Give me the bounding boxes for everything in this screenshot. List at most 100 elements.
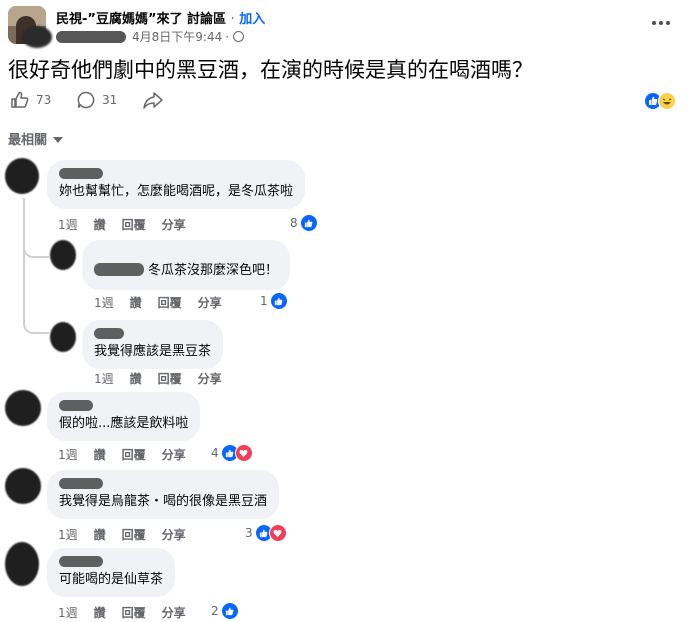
globe-icon: [233, 31, 245, 42]
commenter-avatar[interactable]: [5, 542, 39, 586]
comment-text: 妳也幫幫忙，怎麼能喝酒呢，是冬瓜茶啦: [59, 184, 294, 199]
comment-reactions[interactable]: 2: [211, 602, 239, 620]
comment-text-line: 冬瓜茶沒那麼深色吧！: [94, 262, 278, 280]
commenter-name-redacted[interactable]: [59, 556, 103, 567]
comment-reaction-count: 4: [211, 446, 219, 460]
comment-button[interactable]: 31: [76, 90, 117, 110]
mention-redacted[interactable]: [94, 263, 144, 276]
comment-reply-button[interactable]: 回覆: [158, 370, 182, 387]
share-button[interactable]: [142, 90, 170, 110]
comment-like-button[interactable]: 讚: [94, 604, 106, 621]
separator-dot: ·: [230, 12, 235, 27]
comment-reply-button[interactable]: 回覆: [122, 446, 146, 463]
comment-share-button[interactable]: 分享: [162, 526, 186, 543]
thumbs-up-icon: [11, 91, 29, 108]
group-name-link[interactable]: 民視-”豆腐媽媽”來了 討論區: [56, 12, 226, 27]
comment-reply-button[interactable]: 回覆: [122, 604, 146, 621]
comment-like-button[interactable]: 讚: [94, 526, 106, 543]
comment-bubble: 我覺得是烏龍茶・喝的很像是黑豆酒: [47, 470, 280, 519]
comment-time[interactable]: 1週: [94, 370, 114, 387]
like-reaction-icon: [220, 602, 239, 620]
comment-like-button[interactable]: 讚: [130, 370, 142, 387]
post-header: 民視-”豆腐媽媽”來了 討論區 · 加入 4月8日下午9:44 ·: [8, 4, 681, 48]
sort-label: 最相關: [8, 133, 48, 148]
comment-reply-button[interactable]: 回覆: [122, 216, 146, 233]
comment-like-button[interactable]: 讚: [130, 294, 142, 311]
comment-time[interactable]: 1週: [58, 604, 78, 621]
haha-reaction-icon: [658, 92, 676, 110]
post-body: 很好奇他們劇中的黑豆酒，在演的時候是真的在喝酒嗎？: [8, 58, 533, 82]
heart-reaction-icon: [234, 444, 253, 462]
commenter-avatar[interactable]: [50, 322, 76, 352]
comment-share-button[interactable]: 分享: [162, 604, 186, 621]
comment-text: 假的啦...應該是飲料啦: [59, 416, 189, 431]
post-actions: 73 31: [10, 90, 680, 114]
comment-reactions[interactable]: 4: [211, 444, 253, 462]
commenter-avatar[interactable]: [5, 158, 39, 194]
like-reaction-icon: [299, 214, 318, 232]
commenter-name-redacted[interactable]: [59, 478, 103, 489]
comment-time[interactable]: 1週: [58, 526, 78, 543]
comment-bubble: 冬瓜茶沒那麼深色吧！: [82, 240, 291, 290]
comment-reaction-count: 8: [290, 216, 298, 230]
commenter-name-redacted[interactable]: [59, 168, 103, 179]
comment-reaction-count: 2: [211, 604, 219, 618]
comment-share-button[interactable]: 分享: [198, 294, 222, 311]
comment-text: 冬瓜茶沒那麼深色吧！: [148, 263, 279, 278]
comment-bubble: 妳也幫幫忙，怎麼能喝酒呢，是冬瓜茶啦: [47, 160, 306, 209]
comment-actions: 1週 讚 回覆 分享: [94, 294, 238, 311]
heart-reaction-icon: [268, 524, 287, 542]
comment-reaction-count: 3: [245, 526, 253, 540]
comment-reactions[interactable]: 1: [260, 292, 288, 310]
comment: 假的啦...應該是飲料啦 1週 讚 回覆 分享 4: [5, 388, 685, 464]
comment-time[interactable]: 1週: [58, 216, 78, 233]
commenter-avatar[interactable]: [50, 240, 76, 270]
join-group-link[interactable]: 加入: [239, 12, 265, 27]
comment-share-button[interactable]: 分享: [162, 446, 186, 463]
comment: 妳也幫幫忙，怎麼能喝酒呢，是冬瓜茶啦 1週 讚 回覆 分享 8: [5, 158, 685, 234]
comment: 可能喝的是仙草茶 1週 讚 回覆 分享 2: [5, 542, 685, 622]
comment-like-button[interactable]: 讚: [94, 216, 106, 233]
comment-time[interactable]: 1週: [94, 294, 114, 311]
meta-dot: ·: [225, 29, 230, 44]
comment-actions: 1週 讚 回覆 分享: [58, 446, 202, 463]
comment-reply-button[interactable]: 回覆: [158, 294, 182, 311]
post-timestamp[interactable]: 4月8日下午9:44: [132, 28, 222, 45]
comment-bubble: 我覺得應該是黑豆茶: [82, 320, 224, 369]
comment-bubble: 假的啦...應該是飲料啦: [47, 392, 201, 441]
commenter-name-redacted[interactable]: [59, 400, 93, 411]
comment-like-button[interactable]: 讚: [94, 446, 106, 463]
commenter-name-redacted[interactable]: [94, 328, 124, 339]
comment-reply-button[interactable]: 回覆: [122, 526, 146, 543]
comment-time[interactable]: 1週: [58, 446, 78, 463]
thread-branch: [23, 316, 49, 334]
comment-actions: 1週 讚 回覆 分享: [94, 370, 238, 387]
like-reaction-icon: [269, 292, 288, 310]
comment-text: 我覺得是烏龍茶・喝的很像是黑豆酒: [59, 494, 268, 509]
more-horizontal-icon: [652, 21, 670, 25]
thread-branch: [23, 240, 49, 258]
like-button[interactable]: 73: [10, 90, 51, 110]
comment-reaction-count: 1: [260, 294, 268, 308]
comment-count: 31: [102, 93, 118, 107]
comment-icon: [77, 91, 95, 109]
comment-reactions[interactable]: 8: [290, 214, 318, 232]
comment-bubble: 可能喝的是仙草茶: [47, 548, 176, 597]
poster-name-redacted[interactable]: [56, 30, 126, 43]
comment-share-button[interactable]: 分享: [198, 370, 222, 387]
reply: 冬瓜茶沒那麼深色吧！ 1週 讚 回覆 分享 1: [50, 238, 680, 314]
comment-reactions[interactable]: 3: [245, 524, 287, 542]
comment-share-button[interactable]: 分享: [162, 216, 186, 233]
comment-sort-dropdown[interactable]: 最相關: [8, 129, 64, 148]
post-meta: 4月8日下午9:44 ·: [56, 28, 245, 45]
poster-avatar[interactable]: [22, 26, 52, 48]
comment-text: 我覺得應該是黑豆茶: [94, 344, 212, 359]
post-reactions[interactable]: [644, 92, 676, 110]
share-icon: [143, 92, 163, 109]
more-options-button[interactable]: [651, 16, 671, 32]
comment: 我覺得是烏龍茶・喝的很像是黑豆酒 1週 讚 回覆 分享 3: [5, 466, 685, 542]
commenter-avatar[interactable]: [5, 390, 41, 426]
comment-text: 可能喝的是仙草茶: [59, 572, 164, 587]
comment-actions: 1週 讚 回覆 分享: [58, 604, 202, 621]
commenter-avatar[interactable]: [5, 468, 41, 504]
